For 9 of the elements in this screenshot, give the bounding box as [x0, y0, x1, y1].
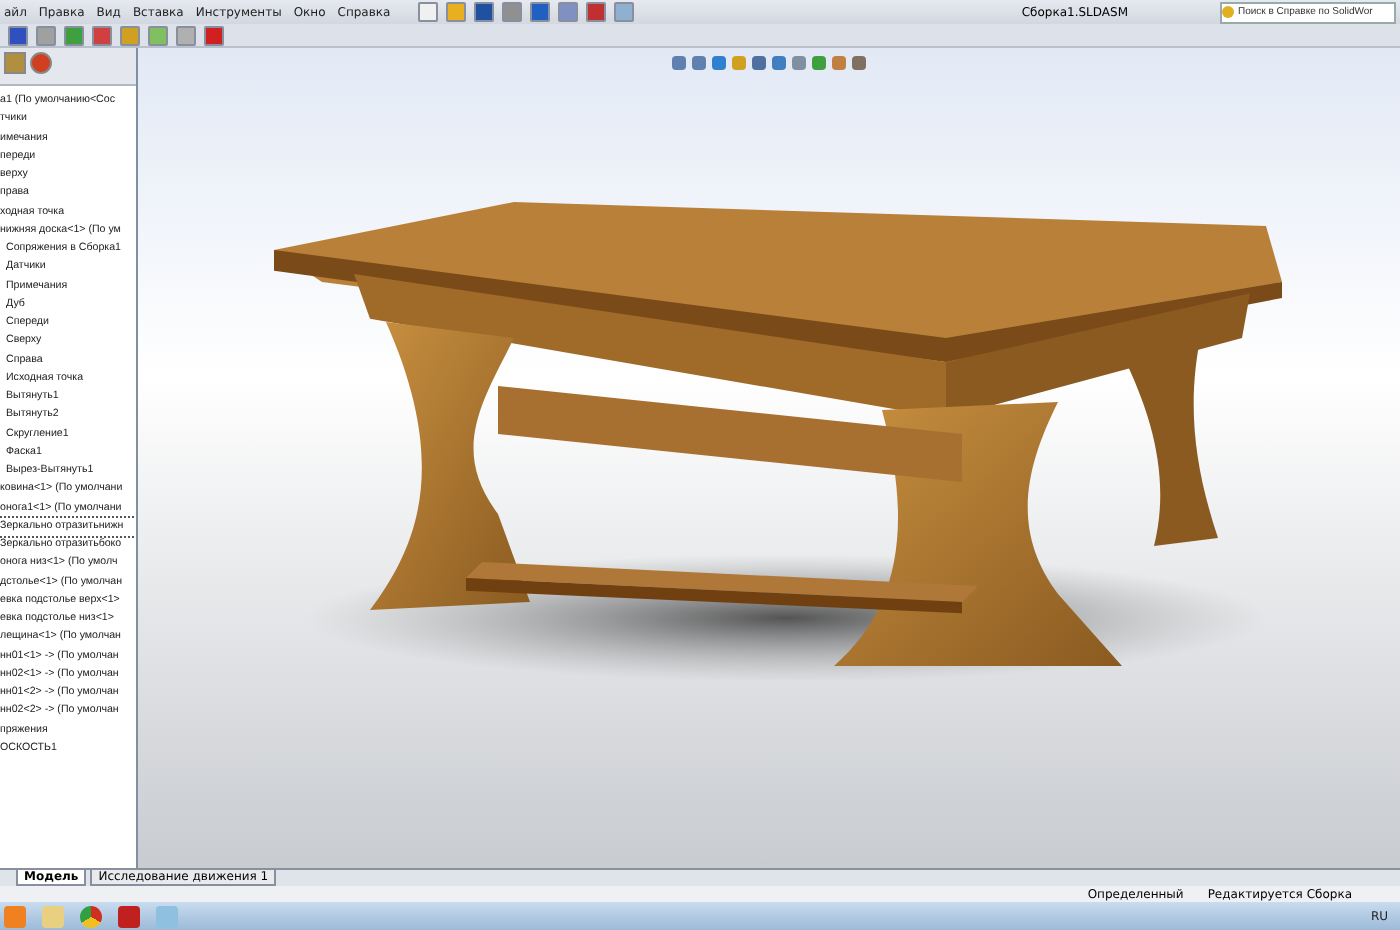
toolbar-icon[interactable] — [474, 2, 495, 22]
toolbar-icon[interactable] — [502, 2, 523, 22]
toolbar-icon[interactable] — [446, 2, 467, 22]
toolbar-icon[interactable] — [558, 2, 579, 22]
toolbar-icon[interactable] — [418, 2, 439, 22]
toolbar-icon[interactable] — [586, 2, 607, 22]
toolbar-icon[interactable] — [530, 2, 551, 22]
app-icon[interactable] — [118, 905, 140, 927]
toolbar-icon[interactable] — [614, 2, 635, 22]
